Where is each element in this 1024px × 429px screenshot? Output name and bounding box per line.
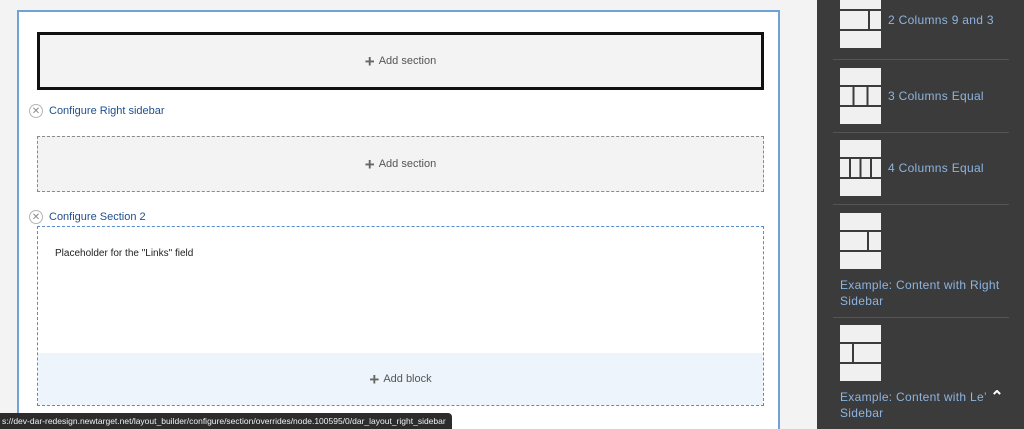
add-section-button[interactable]: + Add section	[37, 136, 764, 192]
layout-left-sidebar-icon	[840, 325, 881, 381]
configure-right-sidebar-link[interactable]: ✕ Configure Right sidebar	[29, 104, 165, 118]
layout-option-left-sidebar[interactable]: Example: Content with Le’ Sidebar	[840, 325, 1010, 421]
add-section-label: Add section	[378, 158, 437, 170]
links-field-placeholder: Placeholder for the "Links" field	[55, 248, 194, 259]
layout-option-label: 2 Columns 9 and 3	[888, 13, 994, 27]
layout-option-4col-equal[interactable]: 4 Columns Equal	[840, 140, 1010, 196]
configure-section-2-label: Configure Section 2	[49, 211, 146, 223]
remove-section-icon[interactable]: ✕	[29, 104, 43, 118]
configure-section-2-link[interactable]: ✕ Configure Section 2	[29, 210, 146, 224]
layout-right-sidebar-icon	[840, 213, 881, 269]
plus-icon: +	[364, 154, 375, 174]
layout-option-label: Example: Content with Right Sidebar	[840, 278, 1000, 308]
plus-icon: +	[369, 369, 380, 389]
remove-section-icon[interactable]: ✕	[29, 210, 43, 224]
layout-builder-canvas: + Add section ✕ Configure Right sidebar …	[17, 10, 780, 429]
status-bar-url: s://dev-dar-redesign.newtarget.net/layou…	[0, 413, 452, 429]
layout-option-right-sidebar[interactable]: Example: Content with Right Sidebar	[840, 213, 1010, 309]
layout-option-label: Example: Content with Le’ Sidebar	[840, 390, 987, 420]
scroll-up-chevron-icon[interactable]: ⌃	[988, 388, 1006, 406]
add-section-button[interactable]: + Add section	[37, 32, 764, 90]
divider	[833, 132, 1009, 133]
layout-option-2col-9-3[interactable]: 2 Columns 9 and 3	[840, 0, 1010, 48]
add-block-button[interactable]: + Add block	[38, 353, 763, 405]
divider	[833, 204, 1009, 205]
divider	[833, 317, 1009, 318]
layout-option-label: 4 Columns Equal	[888, 161, 984, 175]
layout-2col-9-3-icon	[840, 0, 881, 48]
layout-3col-equal-icon	[840, 68, 881, 124]
layout-option-3col-equal[interactable]: 3 Columns Equal	[840, 68, 1010, 124]
divider	[833, 59, 1009, 60]
add-block-label: Add block	[383, 373, 432, 385]
layout-option-label: 3 Columns Equal	[888, 89, 984, 103]
configure-right-sidebar-label: Configure Right sidebar	[49, 105, 165, 117]
layout-4col-equal-icon	[840, 140, 881, 196]
section-region: Placeholder for the "Links" field + Add …	[37, 226, 764, 406]
plus-icon: +	[364, 51, 375, 71]
layout-choice-sidebar: 2 Columns 9 and 3 3 Columns Equal 4 Colu…	[817, 0, 1024, 429]
add-section-label: Add section	[378, 55, 437, 67]
